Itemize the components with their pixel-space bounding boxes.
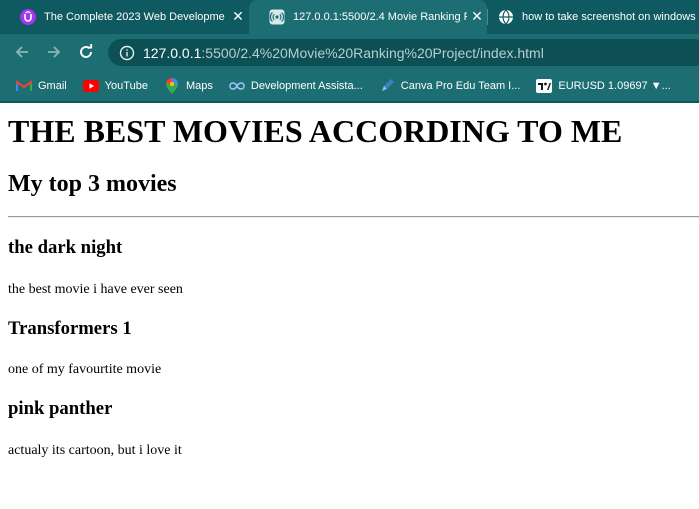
info-icon[interactable] <box>119 45 135 61</box>
bookmark-development-assistant[interactable]: Development Assista... <box>221 74 371 98</box>
browser-toolbar: 127.0.0.1:5500/2.4%20Movie%20Ranking%20P… <box>0 34 699 70</box>
bookmark-label: Development Assista... <box>250 79 363 92</box>
movie-description: the best movie i have ever seen <box>8 282 183 297</box>
broadcast-icon <box>269 9 285 25</box>
movie-description: actualy its cartoon, but i love it <box>8 443 182 458</box>
page-heading: THE BEST MOVIES ACCORDING TO ME <box>8 113 623 149</box>
movie-title: the dark night <box>8 237 123 258</box>
forward-button[interactable] <box>42 40 66 64</box>
tab-web-development-course[interactable]: The Complete 2023 Web Developme ✕ <box>0 0 248 34</box>
arrow-left-icon <box>15 46 28 58</box>
tradingview-icon <box>536 78 553 94</box>
bookmark-label: Gmail <box>38 79 67 92</box>
bookmark-youtube[interactable]: YouTube <box>75 74 156 98</box>
infinity-icon <box>229 78 245 94</box>
tab-title: how to take screenshot on windows <box>522 11 696 23</box>
close-icon[interactable]: ✕ <box>228 9 248 25</box>
bookmark-maps[interactable]: Maps <box>156 74 221 98</box>
address-url: 127.0.0.1:5500/2.4%20Movie%20Ranking%20P… <box>143 45 544 61</box>
tab-title: 127.0.0.1:5500/2.4 Movie Ranking P <box>293 11 467 23</box>
gmail-icon <box>16 78 32 94</box>
globe-icon <box>498 9 514 25</box>
bookmark-canva[interactable]: Canva Pro Edu Team I... <box>371 74 529 98</box>
bookmark-label: Maps <box>185 79 213 92</box>
bookmark-eurusd[interactable]: EURUSD 1.09697 ▼... <box>528 74 678 98</box>
back-button[interactable] <box>10 40 34 64</box>
bookmarks-bar: Gmail YouTube Maps Development Assista..… <box>0 70 699 101</box>
page-subheading: My top 3 movies <box>8 171 177 197</box>
udemy-icon <box>20 9 36 25</box>
tab-title: The Complete 2023 Web Developme <box>44 11 225 23</box>
youtube-icon <box>82 78 99 94</box>
bookmark-label: YouTube <box>104 79 148 92</box>
page-content: THE BEST MOVIES ACCORDING TO ME My top 3… <box>0 103 699 509</box>
address-host: 127.0.0.1 <box>143 44 202 61</box>
movie-description: one of my favourtite movie <box>8 362 162 377</box>
reload-button[interactable] <box>74 40 98 64</box>
tab-strip: The Complete 2023 Web Developme ✕ 127.0.… <box>0 0 699 34</box>
bookmark-gmail[interactable]: Gmail <box>8 74 75 98</box>
address-bar[interactable]: 127.0.0.1:5500/2.4%20Movie%20Ranking%20P… <box>108 39 699 66</box>
maps-pin-icon <box>164 77 180 94</box>
tab-movie-ranking[interactable]: 127.0.0.1:5500/2.4 Movie Ranking P ✕ <box>249 0 487 34</box>
movie-title: pink panther <box>8 398 113 419</box>
reload-icon <box>80 44 93 58</box>
bookmark-label: EURUSD 1.09697 ▼... <box>558 79 671 92</box>
pen-icon <box>379 78 395 94</box>
arrow-right-icon <box>48 46 61 58</box>
bookmark-label: Canva Pro Edu Team I... <box>400 79 521 92</box>
tab-screenshot-search[interactable]: how to take screenshot on windows <box>478 0 699 34</box>
horizontal-rule <box>8 216 699 218</box>
movie-title: Transformers 1 <box>8 318 132 339</box>
address-path: :5500/2.4%20Movie%20Ranking%20Project/in… <box>201 44 544 61</box>
